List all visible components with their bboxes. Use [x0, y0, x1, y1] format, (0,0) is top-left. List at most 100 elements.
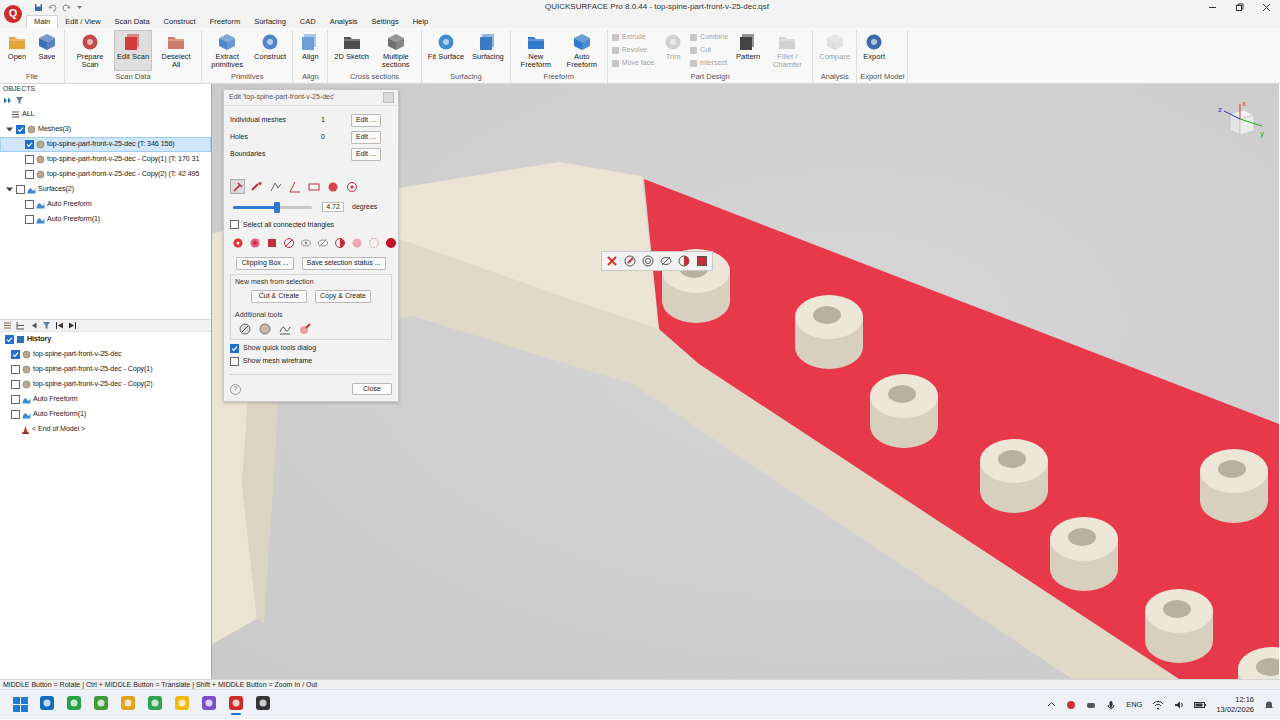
redo-icon[interactable]	[62, 3, 71, 12]
checkbox[interactable]	[16, 185, 25, 194]
ribbon-button[interactable]: Pattern	[733, 30, 763, 71]
taskbar-app[interactable]	[201, 694, 217, 716]
selection-tool-icon[interactable]	[283, 237, 295, 249]
taskbar-app[interactable]	[66, 694, 82, 716]
help-button[interactable]: ?	[230, 384, 241, 395]
ribbon-button[interactable]: New Freeform	[514, 30, 558, 71]
edit-button[interactable]: Edit ...	[351, 131, 381, 143]
angle-slider-track[interactable]	[233, 206, 312, 209]
checkbox[interactable]	[25, 155, 34, 164]
taskbar-app[interactable]	[255, 694, 271, 716]
filter-icon[interactable]	[42, 321, 51, 330]
selection-tool-icon[interactable]	[266, 237, 278, 249]
menu-tab[interactable]: Main	[26, 15, 58, 28]
selection-mode-button[interactable]	[249, 179, 264, 194]
dialog-option[interactable]: Show quick tools dialog	[230, 344, 392, 353]
sphere-icon[interactable]	[259, 323, 271, 335]
selection-mode-button[interactable]	[325, 179, 340, 194]
invert-icon[interactable]	[678, 255, 690, 267]
undo-icon[interactable]	[48, 3, 57, 12]
ring-icon[interactable]	[642, 255, 654, 267]
meeting-icon[interactable]	[1066, 700, 1076, 710]
checkbox[interactable]	[25, 200, 34, 209]
axis-gizmo[interactable]: xzy	[1212, 98, 1266, 144]
tree-row[interactable]: Auto Freeform(1)	[0, 212, 211, 227]
last-icon[interactable]	[68, 321, 77, 330]
taskbar-app[interactable]	[174, 694, 190, 716]
first-icon[interactable]	[55, 321, 64, 330]
menu-tab[interactable]: Freeform	[203, 16, 247, 28]
checkbox[interactable]	[11, 350, 20, 359]
checkbox[interactable]	[25, 170, 34, 179]
checkbox[interactable]	[25, 215, 34, 224]
tree-row[interactable]: top-spine-part-front-v-25-dec - Copy(1) …	[0, 152, 211, 167]
selection-mode-button[interactable]	[287, 179, 302, 194]
ribbon-button[interactable]: Save	[33, 30, 61, 71]
selection-tool-icon[interactable]	[334, 237, 346, 249]
paint-icon[interactable]	[299, 323, 311, 335]
ribbon-button[interactable]: Edit Scan	[114, 30, 152, 71]
wifi-icon[interactable]	[1152, 700, 1164, 710]
selection-tool-icon[interactable]	[300, 237, 312, 249]
tree-icon[interactable]	[16, 321, 25, 330]
edit-button[interactable]: Edit ...	[351, 148, 381, 160]
taskbar-app[interactable]	[39, 694, 55, 716]
ribbon-button[interactable]: Open	[3, 30, 31, 71]
chevron-up-icon[interactable]	[1047, 700, 1056, 709]
menu-tab[interactable]: Analysis	[323, 16, 365, 28]
selection-button[interactable]: Save selection status ...	[302, 257, 386, 269]
ribbon-button[interactable]: Extract primitives	[205, 30, 249, 71]
dialog-option[interactable]: Show mesh wireframe	[230, 357, 392, 366]
step-back-icon[interactable]	[29, 321, 38, 330]
checkbox[interactable]	[230, 220, 239, 229]
brush-icon[interactable]	[624, 255, 636, 267]
selection-tool-icon[interactable]	[368, 237, 380, 249]
checkbox[interactable]	[11, 380, 20, 389]
taskbar-app[interactable]	[93, 694, 109, 716]
close-box-icon[interactable]	[383, 92, 394, 103]
expand-icon[interactable]	[3, 96, 12, 105]
selection-tool-icon[interactable]	[317, 237, 329, 249]
expander-icon[interactable]	[5, 185, 14, 194]
selection-mode-button[interactable]	[306, 179, 321, 194]
menu-tab[interactable]: Help	[406, 16, 435, 28]
clock[interactable]: 12:1613/02/2026	[1216, 695, 1254, 714]
ribbon-button[interactable]: Auto Freeform	[560, 30, 604, 71]
checkbox[interactable]	[25, 140, 34, 149]
close-button[interactable]	[1253, 0, 1280, 14]
tree-row[interactable]: Auto Freeform	[0, 197, 211, 212]
checkbox[interactable]	[5, 335, 14, 344]
checkbox[interactable]	[16, 125, 25, 134]
start-button[interactable]	[12, 694, 28, 716]
ribbon-button[interactable]: Multiple sections	[374, 30, 418, 71]
ribbon-button[interactable]: Align	[296, 30, 324, 71]
history-row[interactable]: < End of Model >	[0, 422, 211, 437]
selection-tool-icon[interactable]	[232, 237, 244, 249]
taskbar-app[interactable]	[120, 694, 136, 716]
speaker-icon[interactable]	[1174, 700, 1184, 710]
menu-tab[interactable]: Settings	[365, 16, 406, 28]
selection-tool-icon[interactable]	[385, 237, 397, 249]
menu-tab[interactable]: Surfacing	[247, 16, 293, 28]
checkbox[interactable]	[11, 410, 20, 419]
history-row[interactable]: Auto Freeform	[0, 392, 211, 407]
close-button[interactable]: Close	[352, 383, 392, 395]
smooth-icon[interactable]	[239, 323, 251, 335]
cloud-icon[interactable]	[1086, 700, 1096, 710]
selection-button[interactable]: Clipping Box ...	[236, 257, 293, 269]
ribbon-button[interactable]: Surfacing	[469, 30, 507, 71]
history-row[interactable]: top-spine-part-front-v-25-dec	[0, 347, 211, 362]
mic-icon[interactable]	[1106, 700, 1116, 710]
tree-row[interactable]: Surfaces(2)	[0, 182, 211, 197]
ribbon-button[interactable]: Export	[860, 30, 888, 71]
tree-row[interactable]: ALL	[0, 107, 211, 122]
create-button[interactable]: Cut & Create	[251, 290, 307, 302]
hide-icon[interactable]	[660, 255, 672, 267]
ribbon-button[interactable]: Construct	[251, 30, 289, 71]
selection-mode-button[interactable]	[268, 179, 283, 194]
taskbar-app[interactable]	[147, 694, 163, 716]
history-row[interactable]: Auto Freeform(1)	[0, 407, 211, 422]
close-icon[interactable]	[606, 255, 618, 267]
save-icon[interactable]	[34, 3, 43, 12]
dropdown-icon[interactable]	[76, 4, 83, 11]
